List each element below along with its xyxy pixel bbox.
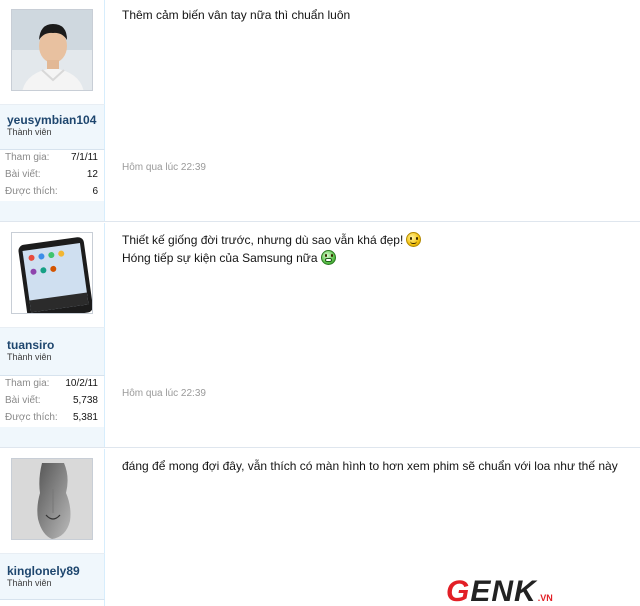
avatar-container: [0, 223, 105, 328]
avatar[interactable]: [11, 9, 93, 91]
stat-value: 12: [86, 169, 98, 180]
user-stats: Tham gia: 10/2/11 Bài viết: 5,738 Được t…: [0, 375, 105, 427]
stat-value: 5,738: [72, 395, 98, 406]
post-2: tuansiro Thành viên Tham gia: 10/2/11 Bà…: [0, 223, 640, 447]
stat-value: 5,381: [72, 412, 98, 423]
message-line: Thiết kế giống đời trước, nhưng dù sao v…: [122, 231, 422, 249]
logo-letter: G: [446, 575, 471, 606]
message-text: Thêm cảm biến vân tay nữa thì chuẩn luôn: [122, 6, 350, 24]
message-line: Thêm cảm biến vân tay nữa thì chuẩn luôn: [122, 8, 351, 22]
post-timestamp[interactable]: Hôm qua lúc 22:39: [122, 388, 206, 399]
avatar[interactable]: [11, 232, 93, 314]
stat-joined: Tham gia: 10/2/11: [0, 376, 104, 393]
username[interactable]: tuansiro: [7, 338, 54, 352]
post-timestamp[interactable]: Hôm qua lúc 22:39: [122, 162, 206, 173]
username[interactable]: kinglonely89: [7, 564, 80, 578]
message-text: đáng để mong đợi đây, vẫn thích có màn h…: [122, 457, 618, 475]
grin-emoji-icon: [320, 250, 336, 265]
user-title: Thành viên: [7, 352, 52, 362]
avatar-container: [0, 449, 105, 554]
stat-label: Được thích:: [5, 412, 58, 423]
post-1: yeusymbian104 Thành viên Tham gia: 7/1/1…: [0, 0, 640, 222]
message-line: đáng để mong đợi đây, vẫn thích có màn h…: [122, 459, 618, 473]
stat-value: 6: [92, 186, 98, 197]
stat-posts: Bài viết: 5,738: [0, 393, 104, 410]
user-title: Thành viên: [7, 578, 52, 588]
genk-logo: GENK.VN: [446, 575, 553, 606]
post-divider: [0, 447, 640, 448]
stat-value: 7/1/11: [70, 152, 98, 163]
stat-label: Được thích:: [5, 186, 58, 197]
username[interactable]: yeusymbian104: [7, 113, 96, 127]
message-line-text: Thiết kế giống đời trước, nhưng dù sao v…: [122, 233, 404, 247]
smile-emoji-icon: [406, 232, 422, 247]
avatar-container: [0, 0, 105, 105]
logo-suffix: .VN: [537, 593, 553, 603]
post-divider: [0, 221, 640, 222]
message-line-text: Hóng tiếp sự kiện của Samsung nữa: [122, 251, 318, 265]
user-stats: [0, 599, 105, 606]
stat-likes: Được thích: 5,381: [0, 410, 104, 427]
logo-text: ENK: [470, 575, 537, 606]
user-title: Thành viên: [7, 127, 52, 137]
stat-label: Bài viết:: [5, 169, 41, 180]
stat-likes: Được thích: 6: [0, 184, 104, 201]
user-stats: Tham gia: 7/1/11 Bài viết: 12 Được thích…: [0, 149, 105, 201]
message-line: Hóng tiếp sự kiện của Samsung nữa: [122, 249, 421, 267]
stat-label: Tham gia:: [5, 378, 50, 389]
message-text: Thiết kế giống đời trước, nhưng dù sao v…: [122, 231, 422, 267]
stat-label: Tham gia:: [5, 152, 50, 163]
stat-joined: Tham gia: 7/1/11: [0, 150, 104, 167]
avatar[interactable]: [11, 458, 93, 540]
stat-label: Bài viết:: [5, 395, 41, 406]
stat-posts: Bài viết: 12: [0, 167, 104, 184]
stat-value: 10/2/11: [65, 378, 98, 389]
